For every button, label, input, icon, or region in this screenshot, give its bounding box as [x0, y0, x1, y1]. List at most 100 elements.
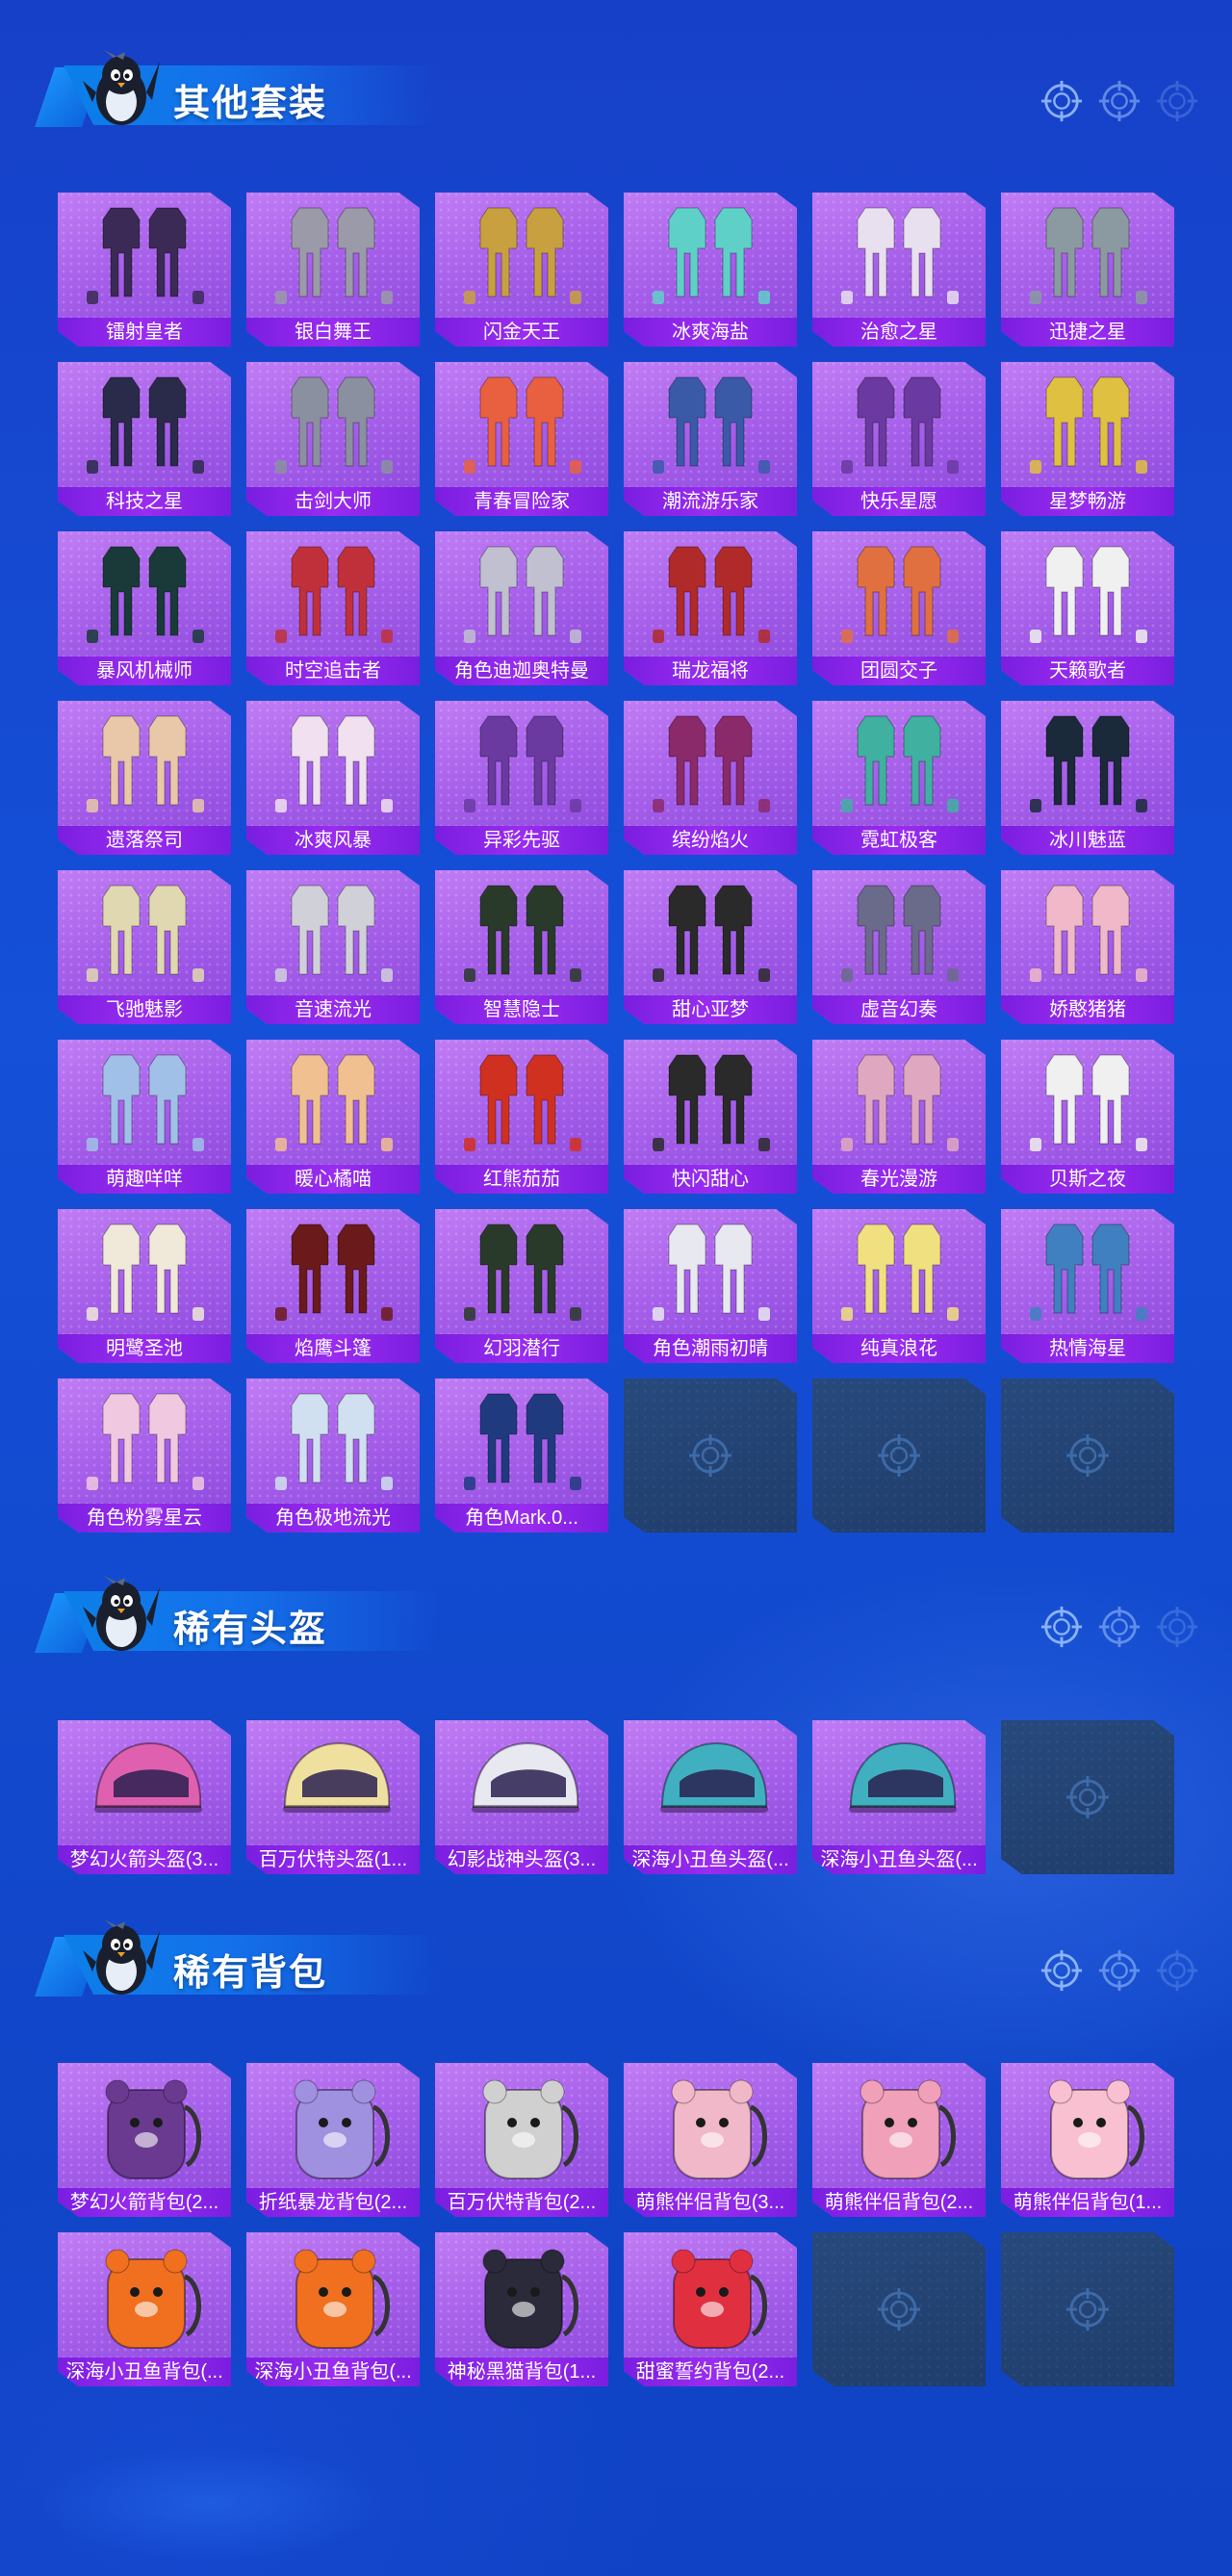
- outfit-item-card[interactable]: 焰鹰斗篷: [246, 1209, 420, 1363]
- outfit-image: [246, 1215, 420, 1330]
- outfit-item-card[interactable]: 击剑大师: [246, 362, 420, 516]
- outfit-item-card[interactable]: 青春冒险家: [435, 362, 608, 516]
- item-name-label: 深海小丑鱼头盔(...: [812, 1845, 986, 1874]
- item-name-label: 天籁歌者: [1001, 657, 1174, 685]
- backpack-image: [812, 2069, 986, 2184]
- outfit-image: [812, 707, 986, 822]
- outfit-item-card[interactable]: 角色Mark.0...: [435, 1378, 608, 1533]
- backpack-item-card[interactable]: 折纸暴龙背包(2...: [246, 2063, 420, 2217]
- penguin-mascot-icon: [75, 1912, 167, 2004]
- outfit-image: [435, 198, 608, 314]
- outfit-image: [246, 1384, 420, 1500]
- outfit-item-card[interactable]: 缤纷焰火: [624, 701, 797, 855]
- outfit-item-card[interactable]: 银白舞王: [246, 193, 420, 347]
- outfit-item-card[interactable]: 角色潮雨初晴: [624, 1209, 797, 1363]
- crosshair-icon: [1040, 1948, 1084, 1993]
- section-header-helmets: 稀有头盔: [0, 1564, 1232, 1670]
- empty-slot: [1001, 1720, 1174, 1874]
- outfit-item-card[interactable]: 甜心亚梦: [624, 870, 797, 1024]
- backpack-item-card[interactable]: 神秘黑猫背包(1...: [435, 2232, 608, 2386]
- backpack-item-card[interactable]: 梦幻火箭背包(2...: [58, 2063, 231, 2217]
- outfit-item-card[interactable]: 科技之星: [58, 362, 231, 516]
- crosshair-decoration: [1040, 1605, 1199, 1649]
- backpack-item-card[interactable]: 萌熊伴侣背包(3...: [624, 2063, 797, 2217]
- outfit-item-card[interactable]: 贝斯之夜: [1001, 1040, 1174, 1194]
- outfit-grid: 镭射皇者 银白舞王 闪金天王 冰爽海盐 治愈之星 迅捷之星 科技之星 击剑大师 …: [58, 193, 1174, 1533]
- outfit-image: [435, 368, 608, 483]
- item-name-label: 冰爽风暴: [246, 826, 420, 855]
- outfit-item-card[interactable]: 快闪甜心: [624, 1040, 797, 1194]
- backpack-image: [246, 2238, 420, 2354]
- outfit-item-card[interactable]: 时空追击者: [246, 531, 420, 685]
- outfit-item-card[interactable]: 异彩先驱: [435, 701, 608, 855]
- outfit-item-card[interactable]: 镭射皇者: [58, 193, 231, 347]
- item-name-label: 镭射皇者: [58, 318, 231, 347]
- item-name-label: 神秘黑猫背包(1...: [435, 2357, 608, 2386]
- outfit-image: [812, 198, 986, 314]
- item-name-label: 红熊茄茄: [435, 1165, 608, 1194]
- outfit-item-card[interactable]: 快乐星愿: [812, 362, 986, 516]
- outfit-item-card[interactable]: 团圆交子: [812, 531, 986, 685]
- item-name-label: 快乐星愿: [812, 487, 986, 516]
- empty-slot: [812, 2232, 986, 2386]
- outfit-item-card[interactable]: 冰爽风暴: [246, 701, 420, 855]
- helmet-item-card[interactable]: 深海小丑鱼头盔(...: [812, 1720, 986, 1874]
- outfit-image: [58, 876, 231, 992]
- outfit-image: [246, 198, 420, 314]
- outfit-item-card[interactable]: 冰爽海盐: [624, 193, 797, 347]
- outfit-item-card[interactable]: 冰川魅蓝: [1001, 701, 1174, 855]
- outfit-item-card[interactable]: 瑞龙福将: [624, 531, 797, 685]
- outfit-item-card[interactable]: 天籁歌者: [1001, 531, 1174, 685]
- outfit-image: [58, 537, 231, 653]
- outfit-item-card[interactable]: 角色粉雾星云: [58, 1378, 231, 1533]
- backpack-item-card[interactable]: 甜蜜誓约背包(2...: [624, 2232, 797, 2386]
- backpack-item-card[interactable]: 萌熊伴侣背包(2...: [812, 2063, 986, 2217]
- outfit-item-card[interactable]: 明鹭圣池: [58, 1209, 231, 1363]
- outfit-item-card[interactable]: 治愈之星: [812, 193, 986, 347]
- outfit-item-card[interactable]: 智慧隐士: [435, 870, 608, 1024]
- section-title: 稀有头盔: [173, 1610, 328, 1650]
- outfit-item-card[interactable]: 幻羽潜行: [435, 1209, 608, 1363]
- outfit-item-card[interactable]: 霓虹极客: [812, 701, 986, 855]
- empty-slot: [624, 1378, 797, 1533]
- item-name-label: 智慧隐士: [435, 995, 608, 1024]
- helmet-item-card[interactable]: 梦幻火箭头盔(3...: [58, 1720, 231, 1874]
- item-name-label: 闪金天王: [435, 318, 608, 347]
- outfit-item-card[interactable]: 迅捷之星: [1001, 193, 1174, 347]
- empty-slot: [1001, 2232, 1174, 2386]
- outfit-item-card[interactable]: 红熊茄茄: [435, 1040, 608, 1194]
- outfit-item-card[interactable]: 潮流游乐家: [624, 362, 797, 516]
- outfit-item-card[interactable]: 角色迪迦奥特曼: [435, 531, 608, 685]
- outfit-item-card[interactable]: 虚音幻奏: [812, 870, 986, 1024]
- outfit-image: [58, 1384, 231, 1500]
- outfit-image: [812, 1215, 986, 1330]
- helmet-item-card[interactable]: 深海小丑鱼头盔(...: [624, 1720, 797, 1874]
- outfit-item-card[interactable]: 娇憨猪猪: [1001, 870, 1174, 1024]
- outfit-item-card[interactable]: 角色极地流光: [246, 1378, 420, 1533]
- background-decoration: [38, 2445, 385, 2561]
- outfit-item-card[interactable]: 纯真浪花: [812, 1209, 986, 1363]
- helmet-item-card[interactable]: 百万伏特头盔(1...: [246, 1720, 420, 1874]
- outfit-image: [58, 1215, 231, 1330]
- backpack-item-card[interactable]: 萌熊伴侣背包(1...: [1001, 2063, 1174, 2217]
- outfit-image: [624, 368, 797, 483]
- outfit-image: [1001, 1215, 1174, 1330]
- backpack-item-card[interactable]: 深海小丑鱼背包(...: [58, 2232, 231, 2386]
- backpack-item-card[interactable]: 深海小丑鱼背包(...: [246, 2232, 420, 2386]
- outfit-item-card[interactable]: 闪金天王: [435, 193, 608, 347]
- item-name-label: 异彩先驱: [435, 826, 608, 855]
- outfit-image: [435, 707, 608, 822]
- outfit-item-card[interactable]: 春光漫游: [812, 1040, 986, 1194]
- outfit-item-card[interactable]: 萌趣咩咩: [58, 1040, 231, 1194]
- outfit-item-card[interactable]: 遗落祭司: [58, 701, 231, 855]
- backpack-item-card[interactable]: 百万伏特背包(2...: [435, 2063, 608, 2217]
- outfit-image: [624, 707, 797, 822]
- outfit-item-card[interactable]: 音速流光: [246, 870, 420, 1024]
- outfit-item-card[interactable]: 星梦畅游: [1001, 362, 1174, 516]
- outfit-item-card[interactable]: 暖心橘喵: [246, 1040, 420, 1194]
- outfit-item-card[interactable]: 热情海星: [1001, 1209, 1174, 1363]
- outfit-item-card[interactable]: 暴风机械师: [58, 531, 231, 685]
- outfit-item-card[interactable]: 飞驰魅影: [58, 870, 231, 1024]
- item-name-label: 缤纷焰火: [624, 826, 797, 855]
- helmet-item-card[interactable]: 幻影战神头盔(3...: [435, 1720, 608, 1874]
